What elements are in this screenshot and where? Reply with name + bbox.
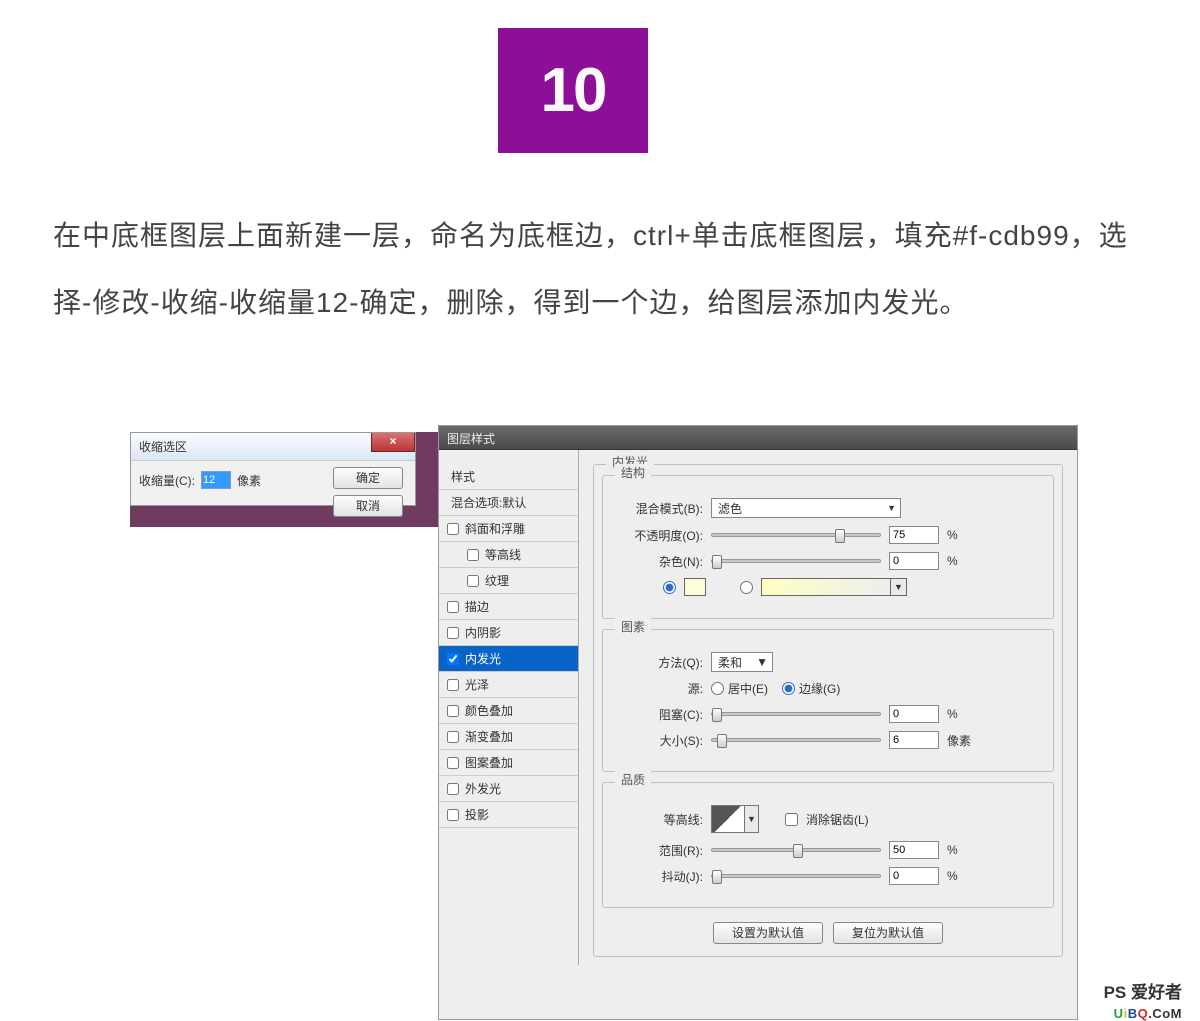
- sidebar-style-header[interactable]: 样式: [439, 464, 578, 490]
- solid-color-radio[interactable]: [663, 581, 676, 594]
- cancel-button[interactable]: 取消: [333, 495, 403, 517]
- watermark-top: PS 爱好者: [1104, 978, 1182, 1003]
- source-center-option[interactable]: 居中(E): [711, 680, 768, 697]
- size-slider[interactable]: [711, 738, 881, 742]
- contour-checkbox[interactable]: [467, 549, 479, 561]
- blend-mode-label: 混合模式(B):: [613, 500, 703, 517]
- color-swatch[interactable]: [684, 578, 706, 596]
- range-input[interactable]: [889, 841, 939, 859]
- noise-input[interactable]: [889, 552, 939, 570]
- shrink-amount-label: 收缩量(C):: [139, 472, 195, 489]
- choke-label: 阻塞(C):: [613, 706, 703, 723]
- layer-style-title: 图层样式: [447, 432, 495, 446]
- instruction-text: 在中底框图层上面新建一层，命名为底框边，ctrl+单击底框图层，填充#f-cdb…: [53, 202, 1135, 336]
- noise-slider[interactable]: [711, 559, 881, 563]
- close-button[interactable]: ×: [371, 433, 415, 452]
- chevron-down-icon: ▼: [887, 503, 896, 513]
- sidebar-blending-header[interactable]: 混合选项:默认: [439, 490, 578, 516]
- technique-label: 方法(Q):: [613, 654, 703, 671]
- color-overlay-checkbox[interactable]: [447, 705, 459, 717]
- chevron-down-icon: ▼: [756, 655, 768, 669]
- jitter-label: 抖动(J):: [613, 868, 703, 885]
- noise-label: 杂色(N):: [613, 553, 703, 570]
- shrink-dialog-titlebar: 收缩选区 ×: [131, 433, 415, 461]
- antialias-label: 消除锯齿(L): [806, 811, 869, 828]
- jitter-input[interactable]: [889, 867, 939, 885]
- gradient-swatch[interactable]: [761, 578, 891, 596]
- contour-dropdown-arrow[interactable]: ▼: [745, 805, 759, 833]
- ok-button[interactable]: 确定: [333, 467, 403, 489]
- satin-checkbox[interactable]: [447, 679, 459, 691]
- pattern-overlay-checkbox[interactable]: [447, 757, 459, 769]
- sidebar-item-pattern-overlay[interactable]: 图案叠加: [439, 750, 578, 776]
- source-edge-radio[interactable]: [782, 682, 795, 695]
- bevel-checkbox[interactable]: [447, 523, 459, 535]
- slider-thumb[interactable]: [712, 555, 722, 569]
- choke-input[interactable]: [889, 705, 939, 723]
- close-icon: ×: [389, 434, 396, 448]
- structure-group: 结构 混合模式(B): 滤色 ▼ 不透明度(O):: [602, 475, 1054, 619]
- step-number: 10: [541, 55, 606, 126]
- slider-thumb[interactable]: [717, 734, 727, 748]
- reset-default-button[interactable]: 复位为默认值: [833, 922, 943, 944]
- jitter-slider[interactable]: [711, 874, 881, 878]
- gradient-radio[interactable]: [740, 581, 753, 594]
- technique-dropdown[interactable]: 柔和 ▼: [711, 652, 773, 672]
- sidebar-item-satin[interactable]: 光泽: [439, 672, 578, 698]
- opacity-label: 不透明度(O):: [613, 527, 703, 544]
- inner-shadow-checkbox[interactable]: [447, 627, 459, 639]
- sidebar-item-gradient-overlay[interactable]: 渐变叠加: [439, 724, 578, 750]
- blend-mode-dropdown[interactable]: 滤色 ▼: [711, 498, 901, 518]
- sidebar-item-inner-shadow[interactable]: 内阴影: [439, 620, 578, 646]
- elements-label: 图素: [615, 618, 651, 635]
- quality-label: 品质: [615, 771, 651, 788]
- contour-label: 等高线:: [613, 811, 703, 828]
- stroke-checkbox[interactable]: [447, 601, 459, 613]
- outer-glow-checkbox[interactable]: [447, 783, 459, 795]
- source-edge-option[interactable]: 边缘(G): [782, 680, 840, 697]
- watermark-url: UiBQ.CoM: [1114, 1006, 1182, 1021]
- drop-shadow-checkbox[interactable]: [447, 809, 459, 821]
- shrink-amount-input[interactable]: [201, 471, 231, 489]
- texture-checkbox[interactable]: [467, 575, 479, 587]
- slider-thumb[interactable]: [835, 529, 845, 543]
- gradient-overlay-checkbox[interactable]: [447, 731, 459, 743]
- source-label: 源:: [613, 680, 703, 697]
- size-input[interactable]: [889, 731, 939, 749]
- shrink-dialog-title: 收缩选区: [139, 440, 187, 454]
- elements-group: 图素 方法(Q): 柔和 ▼ 源: 居中(E): [602, 629, 1054, 772]
- range-label: 范围(R):: [613, 842, 703, 859]
- structure-label: 结构: [615, 464, 651, 481]
- opacity-slider[interactable]: [711, 533, 881, 537]
- antialias-checkbox[interactable]: [785, 813, 798, 826]
- opacity-input[interactable]: [889, 526, 939, 544]
- sidebar-item-contour[interactable]: 等高线: [439, 542, 578, 568]
- sidebar-item-texture[interactable]: 纹理: [439, 568, 578, 594]
- set-default-button[interactable]: 设置为默认值: [713, 922, 823, 944]
- layer-style-main: 内发光 结构 混合模式(B): 滤色 ▼ 不透明度(O):: [579, 450, 1077, 965]
- quality-group: 品质 等高线: ▼ 消除锯齿(L) 范围(R):: [602, 782, 1054, 908]
- sidebar-item-drop-shadow[interactable]: 投影: [439, 802, 578, 828]
- range-slider[interactable]: [711, 848, 881, 852]
- sidebar-item-outer-glow[interactable]: 外发光: [439, 776, 578, 802]
- sidebar-item-stroke[interactable]: 描边: [439, 594, 578, 620]
- layer-style-dialog: 图层样式 样式 混合选项:默认 斜面和浮雕 等高线 纹理: [438, 425, 1078, 1020]
- slider-thumb[interactable]: [793, 844, 803, 858]
- shrink-unit: 像素: [237, 472, 261, 489]
- layer-style-sidebar: 样式 混合选项:默认 斜面和浮雕 等高线 纹理 描边: [439, 450, 579, 965]
- slider-thumb[interactable]: [712, 708, 722, 722]
- layer-style-titlebar: 图层样式: [439, 426, 1077, 450]
- slider-thumb[interactable]: [712, 870, 722, 884]
- gradient-dropdown-arrow[interactable]: ▼: [891, 578, 907, 596]
- sidebar-item-bevel[interactable]: 斜面和浮雕: [439, 516, 578, 542]
- step-number-badge: 10: [498, 28, 648, 153]
- inner-glow-checkbox[interactable]: [447, 653, 459, 665]
- sidebar-item-color-overlay[interactable]: 颜色叠加: [439, 698, 578, 724]
- choke-slider[interactable]: [711, 712, 881, 716]
- shrink-selection-dialog: 收缩选区 × 收缩量(C): 像素 确定 取消: [130, 432, 416, 506]
- sidebar-item-inner-glow[interactable]: 内发光: [439, 646, 578, 672]
- size-label: 大小(S):: [613, 732, 703, 749]
- contour-picker[interactable]: [711, 805, 745, 833]
- source-center-radio[interactable]: [711, 682, 724, 695]
